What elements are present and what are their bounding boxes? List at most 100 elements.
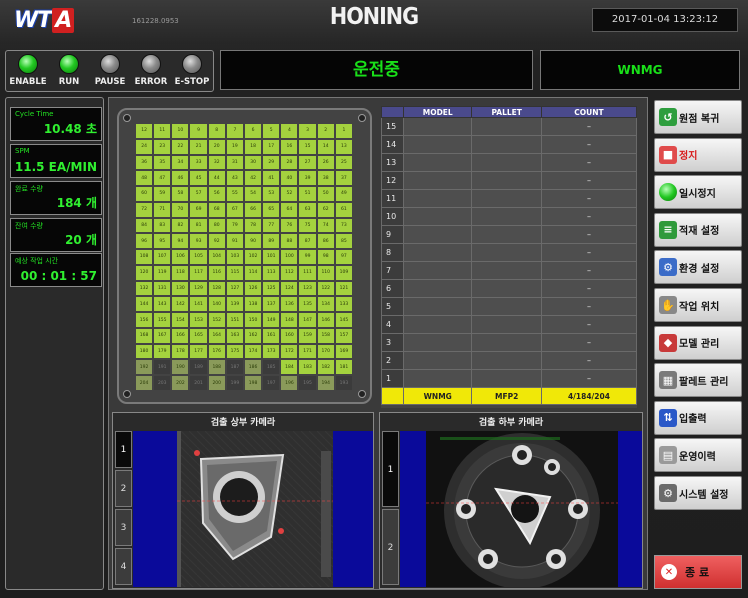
tray-cell: 96 — [136, 234, 153, 249]
tray-cell: 85 — [335, 234, 352, 249]
tray-cell: 76 — [281, 218, 298, 233]
rack-row: 15 – — [381, 117, 638, 136]
lamp-indicator-icon — [18, 54, 38, 74]
tray-cell: 59 — [154, 187, 171, 201]
rack-cell-no: 6 — [381, 279, 404, 298]
rack-cell-no: 7 — [381, 261, 404, 280]
tray-cell: 86 — [317, 234, 334, 249]
side-button-history[interactable]: ▤ 운영이력 — [654, 438, 742, 473]
side-button-stack-settings[interactable]: ≡ 적재 설정 — [654, 212, 742, 247]
camera-tab-1[interactable]: 1 — [382, 431, 399, 507]
tray-cell: 179 — [154, 344, 171, 359]
tray-cell: 4 — [281, 124, 298, 138]
tray-cell: 22 — [172, 139, 189, 154]
rack-cell-count: – — [540, 189, 638, 208]
camera-tab-2[interactable]: 2 — [115, 470, 132, 507]
rack-row: 13 – — [381, 153, 638, 172]
tray-cell: 29 — [263, 155, 280, 170]
tray-cell: 148 — [281, 313, 298, 327]
lamp-indicator-icon — [141, 54, 161, 74]
tray-cell: 142 — [172, 297, 189, 312]
side-button-pallet-management[interactable]: ▦ 팔레트 관리 — [654, 363, 742, 398]
camera-tab-4[interactable]: 4 — [115, 548, 132, 585]
tray-cell: 82 — [172, 218, 189, 233]
camera-tab-2[interactable]: 2 — [382, 509, 399, 585]
rack-cell-no: 14 — [381, 135, 404, 154]
tray-cell: 122 — [317, 281, 334, 296]
tray-cell: 153 — [190, 313, 207, 327]
tray-cell: 36 — [136, 155, 153, 170]
tray-cell: 28 — [281, 155, 298, 170]
rack-row: 7– — [381, 261, 638, 280]
tray-cell: 124 — [281, 281, 298, 296]
tray-cell: 10 — [172, 124, 189, 138]
side-button-hand-position[interactable]: ✋ 작업 위치 — [654, 288, 742, 322]
rack-cell-no: 13 — [381, 153, 404, 172]
exit-button[interactable]: ✕ 종 료 — [654, 555, 742, 589]
tray-cell: 13 — [335, 139, 352, 154]
rack-cell-pallet — [471, 153, 542, 172]
tray-cell: 11 — [154, 124, 171, 138]
rack-cell-no: 5 — [381, 297, 404, 316]
side-button-stop[interactable]: ■ 정지 — [654, 137, 742, 172]
side-button-label: 모델 관리 — [679, 339, 720, 351]
tray-cell: 21 — [190, 139, 207, 154]
tray-cell: 175 — [226, 344, 243, 359]
tray-cell: 101 — [263, 250, 280, 264]
stack-settings-icon: ≡ — [659, 220, 677, 239]
camera-tab-1[interactable]: 1 — [115, 431, 132, 468]
tray-cell: 197 — [263, 376, 280, 390]
rack-row: 5– — [381, 297, 638, 316]
tray-cell: 135 — [299, 297, 316, 312]
rack-cell-pallet — [471, 117, 542, 136]
tray-cell: 57 — [190, 187, 207, 201]
rack-cell-no: 15 — [381, 117, 404, 136]
side-button-system-settings[interactable]: ⚙ 시스템 설정 — [654, 476, 742, 510]
tray-cell: 33 — [190, 155, 207, 170]
tray-cell: 41 — [263, 171, 280, 186]
current-model-display: WNMG — [540, 50, 740, 90]
side-button-model-management[interactable]: ◆ 모델 관리 — [654, 325, 742, 360]
tray-cell: 151 — [226, 313, 243, 327]
tray-cell: 102 — [244, 250, 262, 264]
tray-cell: 63 — [299, 202, 316, 217]
stat-label: 완료 수량 — [15, 185, 43, 193]
rack-cell-pallet — [471, 333, 542, 352]
top-camera-view — [133, 431, 373, 587]
side-button-environment-settings[interactable]: ⚙ 환경 설정 — [654, 250, 742, 285]
tray-cell: 166 — [172, 328, 189, 343]
tray-cell: 20 — [208, 139, 225, 154]
side-button-label: 시스템 설정 — [679, 489, 729, 501]
tray-cell: 149 — [263, 313, 280, 327]
tray-cell: 87 — [299, 234, 316, 249]
tray-cell: 137 — [263, 297, 280, 312]
tray-cell: 75 — [299, 218, 316, 233]
status-lamp-run: RUN — [49, 54, 89, 87]
rack-cell-no: 8 — [381, 243, 404, 262]
status-lamp-pause: PAUSE — [90, 54, 130, 87]
tray-cell: 54 — [244, 187, 262, 201]
tray-cell: 31 — [226, 155, 243, 170]
tray-cell: 72 — [136, 202, 153, 217]
io-icon: ⇅ — [659, 408, 677, 427]
tray-cell: 77 — [263, 218, 280, 233]
tray-cell: 164 — [208, 328, 225, 343]
side-button-pause[interactable]: 일시정지 — [654, 175, 742, 210]
tray-cell: 116 — [208, 265, 225, 280]
tray-cell: 56 — [208, 187, 225, 201]
tray-cell: 64 — [281, 202, 298, 217]
rack-row: 11 – — [381, 189, 638, 208]
tray-cell: 114 — [244, 265, 262, 280]
rack-cell-pallet — [471, 315, 542, 334]
side-button-io[interactable]: ⇅ 입출력 — [654, 400, 742, 435]
side-button-home-return[interactable]: ↺ 원점 복귀 — [654, 100, 742, 134]
tray-cell: 128 — [208, 281, 225, 296]
tray-cell: 9 — [190, 124, 207, 138]
tray-cell: 45 — [190, 171, 207, 186]
rack-cell-no: 9 — [381, 225, 404, 244]
tray-cell: 51 — [299, 187, 316, 201]
tray-cell: 80 — [208, 218, 225, 233]
side-button-label: 입출력 — [679, 414, 707, 426]
tray-cell: 110 — [317, 265, 334, 280]
camera-tab-3[interactable]: 3 — [115, 509, 132, 546]
